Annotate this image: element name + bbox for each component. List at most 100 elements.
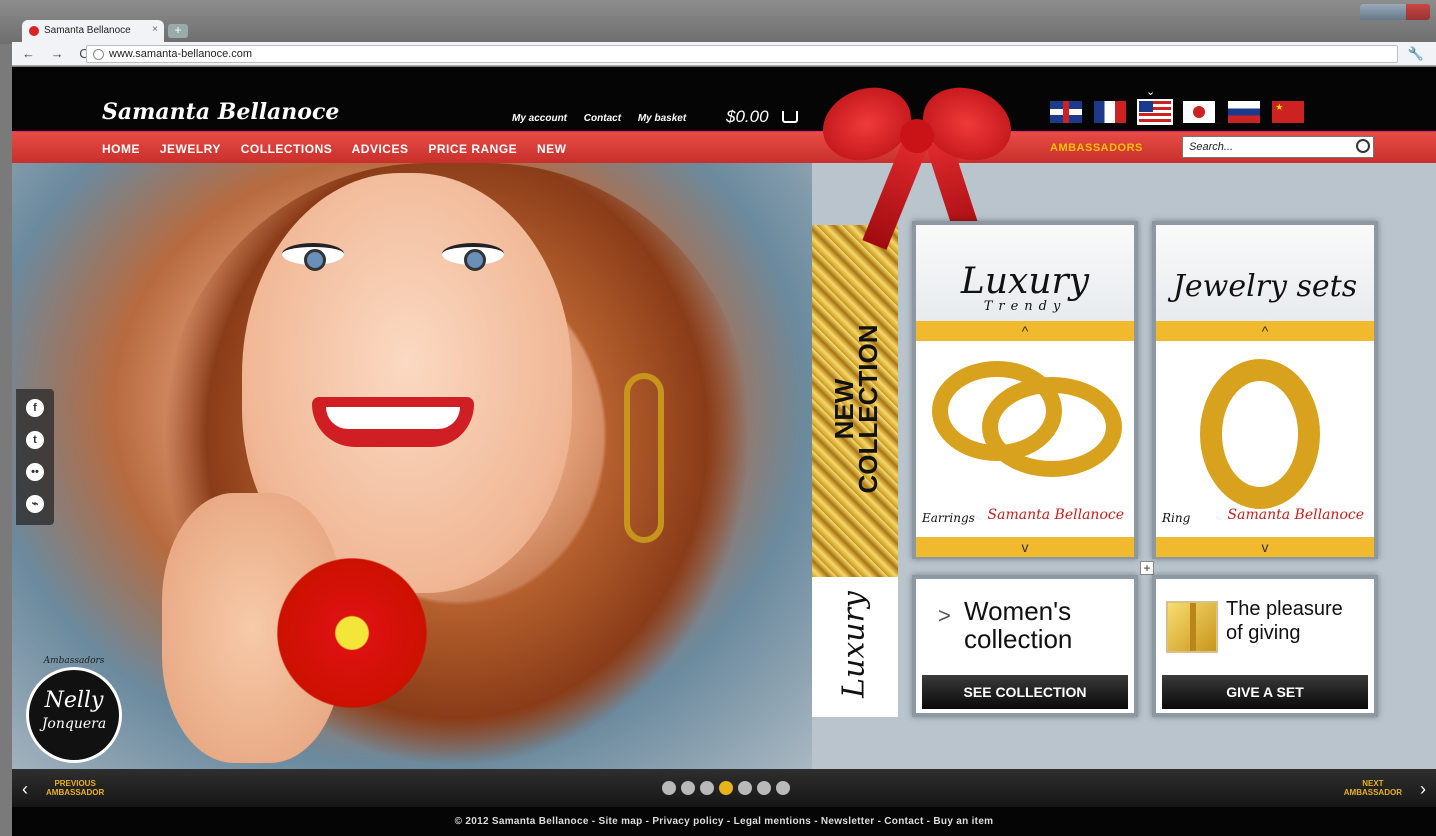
promo-pleasure-of-giving: The pleasure of giving GIVE A SET: [1152, 575, 1378, 717]
flag-us-icon[interactable]: [1136, 99, 1173, 125]
smile: [312, 397, 474, 447]
address-input[interactable]: www.samanta-bellanoce.com: [86, 45, 1398, 63]
site-header: Samanta Bellanoce My account Contact My …: [12, 67, 1436, 131]
promo-line-2: collection: [964, 624, 1073, 654]
card-title: Jewelry sets: [1172, 269, 1358, 304]
wrench-icon[interactable]: 🔧: [1408, 46, 1424, 62]
nav-price-range[interactable]: PRICE RANGE: [428, 142, 517, 156]
twitter-icon[interactable]: t: [26, 431, 44, 449]
expand-button[interactable]: +: [1140, 561, 1154, 575]
red-flower-ring: [252, 543, 452, 723]
new-collection-text: NEW COLLECTION: [829, 249, 883, 569]
promo-womens-collection: > Women's collection SEE COLLECTION: [912, 575, 1138, 717]
card-header: Luxury Trendy: [916, 225, 1134, 321]
card-luxury[interactable]: Luxury Trendy ^ Earrings Samanta Bellano…: [912, 221, 1138, 559]
badge-name-first: Nelly: [44, 688, 104, 713]
nav-home[interactable]: HOME: [102, 142, 140, 156]
next-ambassador-link[interactable]: NEXT AMBASSADOR: [1344, 779, 1402, 797]
address-toolbar: ← → C www.samanta-bellanoce.com 🔧: [12, 42, 1436, 66]
slide-dot[interactable]: [681, 781, 695, 795]
new-collection-strip[interactable]: NEW COLLECTION: [812, 225, 898, 577]
card-header: Jewelry sets: [1156, 225, 1374, 321]
chevron-left-icon[interactable]: ‹: [22, 779, 28, 800]
flag-china-icon[interactable]: [1272, 101, 1305, 123]
tab-close-icon[interactable]: ×: [152, 24, 158, 35]
rss-icon[interactable]: ⌁: [26, 495, 44, 513]
give-a-set-button[interactable]: GIVE A SET: [1162, 675, 1368, 709]
new-tab-button[interactable]: +: [168, 24, 188, 38]
my-basket-link[interactable]: My basket: [638, 113, 686, 124]
scroll-up-button[interactable]: ^: [916, 321, 1134, 341]
ambassador-slider: ‹ PREVIOUS AMBASSADOR NEXT AMBASSADOR ›: [12, 769, 1436, 807]
slide-dot[interactable]: [700, 781, 714, 795]
flag-uk-icon[interactable]: [1050, 101, 1082, 123]
cart-icon[interactable]: [782, 111, 798, 123]
url-text: www.samanta-bellanoce.com: [109, 48, 253, 60]
slide-dot-active[interactable]: [719, 781, 733, 795]
hero-image: [12, 163, 812, 769]
product-image: Earrings Samanta Bellanoce: [916, 341, 1134, 537]
flickr-icon[interactable]: ••: [26, 463, 44, 481]
nav-collections[interactable]: COLLECTIONS: [241, 142, 333, 156]
badge-caption: Ambassadors: [43, 656, 105, 666]
promo-line-1: The pleasure: [1226, 598, 1343, 620]
left-eye: [282, 243, 344, 271]
card-title: Luxury: [960, 261, 1090, 302]
scroll-up-button[interactable]: ^: [1156, 321, 1374, 341]
search-icon[interactable]: [1356, 139, 1370, 153]
promo-line-2: of giving: [1226, 622, 1301, 644]
red-ribbon-bow: [812, 75, 1032, 251]
minimize-maximize-buttons[interactable]: [1360, 4, 1406, 20]
flag-france-icon[interactable]: [1094, 101, 1127, 123]
chevron-down-icon: ⌄: [1146, 86, 1156, 98]
product-label: Ring: [1162, 511, 1191, 525]
tab-strip: Samanta Bellanoce × +: [0, 0, 1436, 44]
browser-tab[interactable]: Samanta Bellanoce ×: [22, 20, 164, 42]
slide-dot[interactable]: [738, 781, 752, 795]
product-label: Earrings: [922, 511, 975, 525]
flag-japan-icon[interactable]: [1183, 101, 1216, 123]
slide-dot[interactable]: [776, 781, 790, 795]
card-jewelry-sets[interactable]: Jewelry sets ^ Ring Samanta Bellanoce v: [1152, 221, 1378, 559]
new-collection-line-2: COLLECTION: [853, 324, 883, 494]
account-links: My account Contact My basket: [512, 113, 700, 124]
facebook-icon[interactable]: f: [26, 399, 44, 417]
prev-label-line-2: AMBASSADOR: [46, 788, 105, 797]
promo-heading: The pleasure of giving: [1226, 597, 1343, 645]
slide-dot[interactable]: [662, 781, 676, 795]
web-page: Samanta Bellanoce My account Contact My …: [12, 67, 1436, 836]
ambassador-badge[interactable]: Ambassadors Nelly Jonquera: [26, 656, 122, 763]
previous-ambassador-link[interactable]: PREVIOUS AMBASSADOR: [46, 779, 104, 797]
slide-dot[interactable]: [757, 781, 771, 795]
social-bar: f t •• ⌁: [16, 389, 54, 525]
nav-new[interactable]: NEW: [537, 142, 567, 156]
back-forward-reload-buttons[interactable]: ← → C: [22, 46, 95, 61]
language-flags: [1050, 99, 1312, 125]
my-account-link[interactable]: My account: [512, 113, 567, 124]
browser-window: Samanta Bellanoce × + ← → C www.samanta-…: [0, 0, 1436, 836]
scroll-down-button[interactable]: v: [916, 537, 1134, 557]
window-controls[interactable]: [1360, 4, 1430, 20]
signature: Samanta Bellanoce: [1227, 507, 1364, 523]
nav-menu: HOME JEWELRY COLLECTIONS ADVICES PRICE R…: [102, 142, 583, 156]
contact-link[interactable]: Contact: [584, 113, 621, 124]
flag-russia-icon[interactable]: [1227, 101, 1260, 123]
nav-advices[interactable]: ADVICES: [352, 142, 409, 156]
nav-ambassadors[interactable]: AMBASSADORS: [1050, 142, 1143, 154]
basket-total[interactable]: $0.00: [726, 107, 769, 127]
ring-shape: [1200, 359, 1320, 509]
chevron-right-icon[interactable]: ›: [1420, 779, 1426, 800]
nav-jewelry[interactable]: JEWELRY: [160, 142, 221, 156]
site-footer[interactable]: © 2012 Samanta Bellanoce - Site map - Pr…: [12, 807, 1436, 836]
promo-line-1: Women's: [964, 596, 1072, 626]
next-label-line-1: NEXT: [1362, 779, 1384, 788]
prev-label-line-1: PREVIOUS: [54, 779, 96, 788]
scroll-down-button[interactable]: v: [1156, 537, 1374, 557]
site-logo[interactable]: Samanta Bellanoce: [102, 99, 339, 125]
bow-knot: [900, 119, 934, 153]
chevron-right-icon: >: [938, 603, 951, 628]
search-input[interactable]: Search...: [1182, 136, 1374, 158]
see-collection-button[interactable]: SEE COLLECTION: [922, 675, 1128, 709]
product-image: Ring Samanta Bellanoce: [1156, 341, 1374, 537]
luxury-strip: Luxury: [812, 577, 898, 717]
